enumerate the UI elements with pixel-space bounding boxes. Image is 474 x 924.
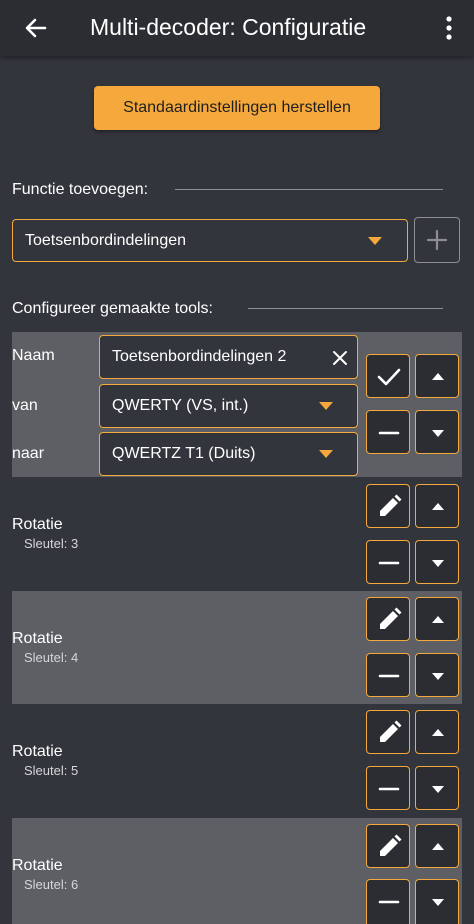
tool-title: Rotatie <box>12 743 63 760</box>
plus-icon <box>426 229 448 251</box>
add-function-label: Functie toevoegen: <box>12 181 149 198</box>
confirm-button[interactable] <box>366 354 410 398</box>
tool-editor: Naam Toetsenbordindelingen 2 van QWERTY … <box>12 332 462 477</box>
remove-button[interactable] <box>366 879 410 924</box>
remove-button[interactable] <box>366 540 410 584</box>
caret-down-icon <box>432 673 444 680</box>
section-divider <box>175 189 443 190</box>
pencil-icon <box>380 494 402 516</box>
tool-row: Rotatie Sleutel: 6 <box>12 818 462 924</box>
dropdown-arrow-icon <box>319 402 333 410</box>
minus-icon <box>378 900 400 904</box>
name-input-value: Toetsenbordindelingen 2 <box>112 348 287 365</box>
tool-key: Sleutel: 5 <box>24 763 79 778</box>
page-title: Multi-decoder: Configuratie <box>90 14 367 40</box>
from-select-value: QWERTY (VS, int.) <box>112 397 249 414</box>
caret-down-icon <box>432 430 444 437</box>
dropdown-arrow-icon <box>319 450 333 458</box>
section-divider <box>248 308 443 309</box>
edit-button[interactable] <box>366 597 410 641</box>
app-bar: Multi-decoder: Configuratie <box>0 0 474 56</box>
to-select[interactable]: QWERTZ T1 (Duits) <box>99 432 358 476</box>
tool-title: Rotatie <box>12 516 63 533</box>
to-select-value: QWERTZ T1 (Duits) <box>112 445 256 462</box>
minus-icon <box>378 561 400 565</box>
edit-button[interactable] <box>366 824 410 868</box>
more-vertical-icon[interactable] <box>437 12 461 44</box>
minus-icon <box>378 674 400 678</box>
clear-icon[interactable] <box>332 350 348 366</box>
move-up-button[interactable] <box>415 710 459 754</box>
caret-down-icon <box>432 899 444 906</box>
minus-icon <box>378 787 400 791</box>
pencil-icon <box>380 720 402 742</box>
function-select-value: Toetsenbordindelingen <box>25 232 187 249</box>
move-up-button[interactable] <box>415 484 459 528</box>
remove-button[interactable] <box>366 653 410 697</box>
dropdown-arrow-icon <box>368 237 382 245</box>
tool-key: Sleutel: 3 <box>24 536 79 551</box>
name-input[interactable]: Toetsenbordindelingen 2 <box>99 335 358 379</box>
caret-up-icon <box>432 503 444 510</box>
remove-button[interactable] <box>366 410 410 454</box>
move-down-button[interactable] <box>415 766 459 810</box>
to-label: naar <box>12 445 45 462</box>
from-label: van <box>12 397 38 414</box>
caret-up-icon <box>432 729 444 736</box>
minus-icon <box>378 431 400 435</box>
caret-down-icon <box>432 560 444 567</box>
move-down-button[interactable] <box>415 410 459 454</box>
caret-up-icon <box>432 373 444 380</box>
tool-row: Rotatie Sleutel: 3 <box>12 477 462 591</box>
move-down-button[interactable] <box>415 879 459 924</box>
name-label: Naam <box>12 347 55 364</box>
check-icon <box>377 368 401 386</box>
move-down-button[interactable] <box>415 653 459 697</box>
caret-up-icon <box>432 616 444 623</box>
tool-key: Sleutel: 6 <box>24 877 79 892</box>
caret-up-icon <box>432 843 444 850</box>
caret-down-icon <box>432 786 444 793</box>
configure-tools-label: Configureer gemaakte tools: <box>12 300 213 317</box>
tool-title: Rotatie <box>12 630 63 647</box>
tool-title: Rotatie <box>12 857 63 874</box>
move-up-button[interactable] <box>415 824 459 868</box>
function-select[interactable]: Toetsenbordindelingen <box>12 219 408 262</box>
arrow-left-icon[interactable] <box>20 12 52 44</box>
from-select[interactable]: QWERTY (VS, int.) <box>99 384 358 428</box>
edit-button[interactable] <box>366 484 410 528</box>
move-down-button[interactable] <box>415 540 459 584</box>
reset-defaults-button[interactable]: Standaardinstellingen herstellen <box>94 86 380 130</box>
move-up-button[interactable] <box>415 354 459 398</box>
pencil-icon <box>380 834 402 856</box>
pencil-icon <box>380 607 402 629</box>
tool-key: Sleutel: 4 <box>24 650 79 665</box>
edit-button[interactable] <box>366 710 410 754</box>
remove-button[interactable] <box>366 766 410 810</box>
add-function-button[interactable] <box>414 217 460 263</box>
move-up-button[interactable] <box>415 597 459 641</box>
tool-row: Rotatie Sleutel: 4 <box>12 591 462 704</box>
tool-row: Rotatie Sleutel: 5 <box>12 704 462 818</box>
